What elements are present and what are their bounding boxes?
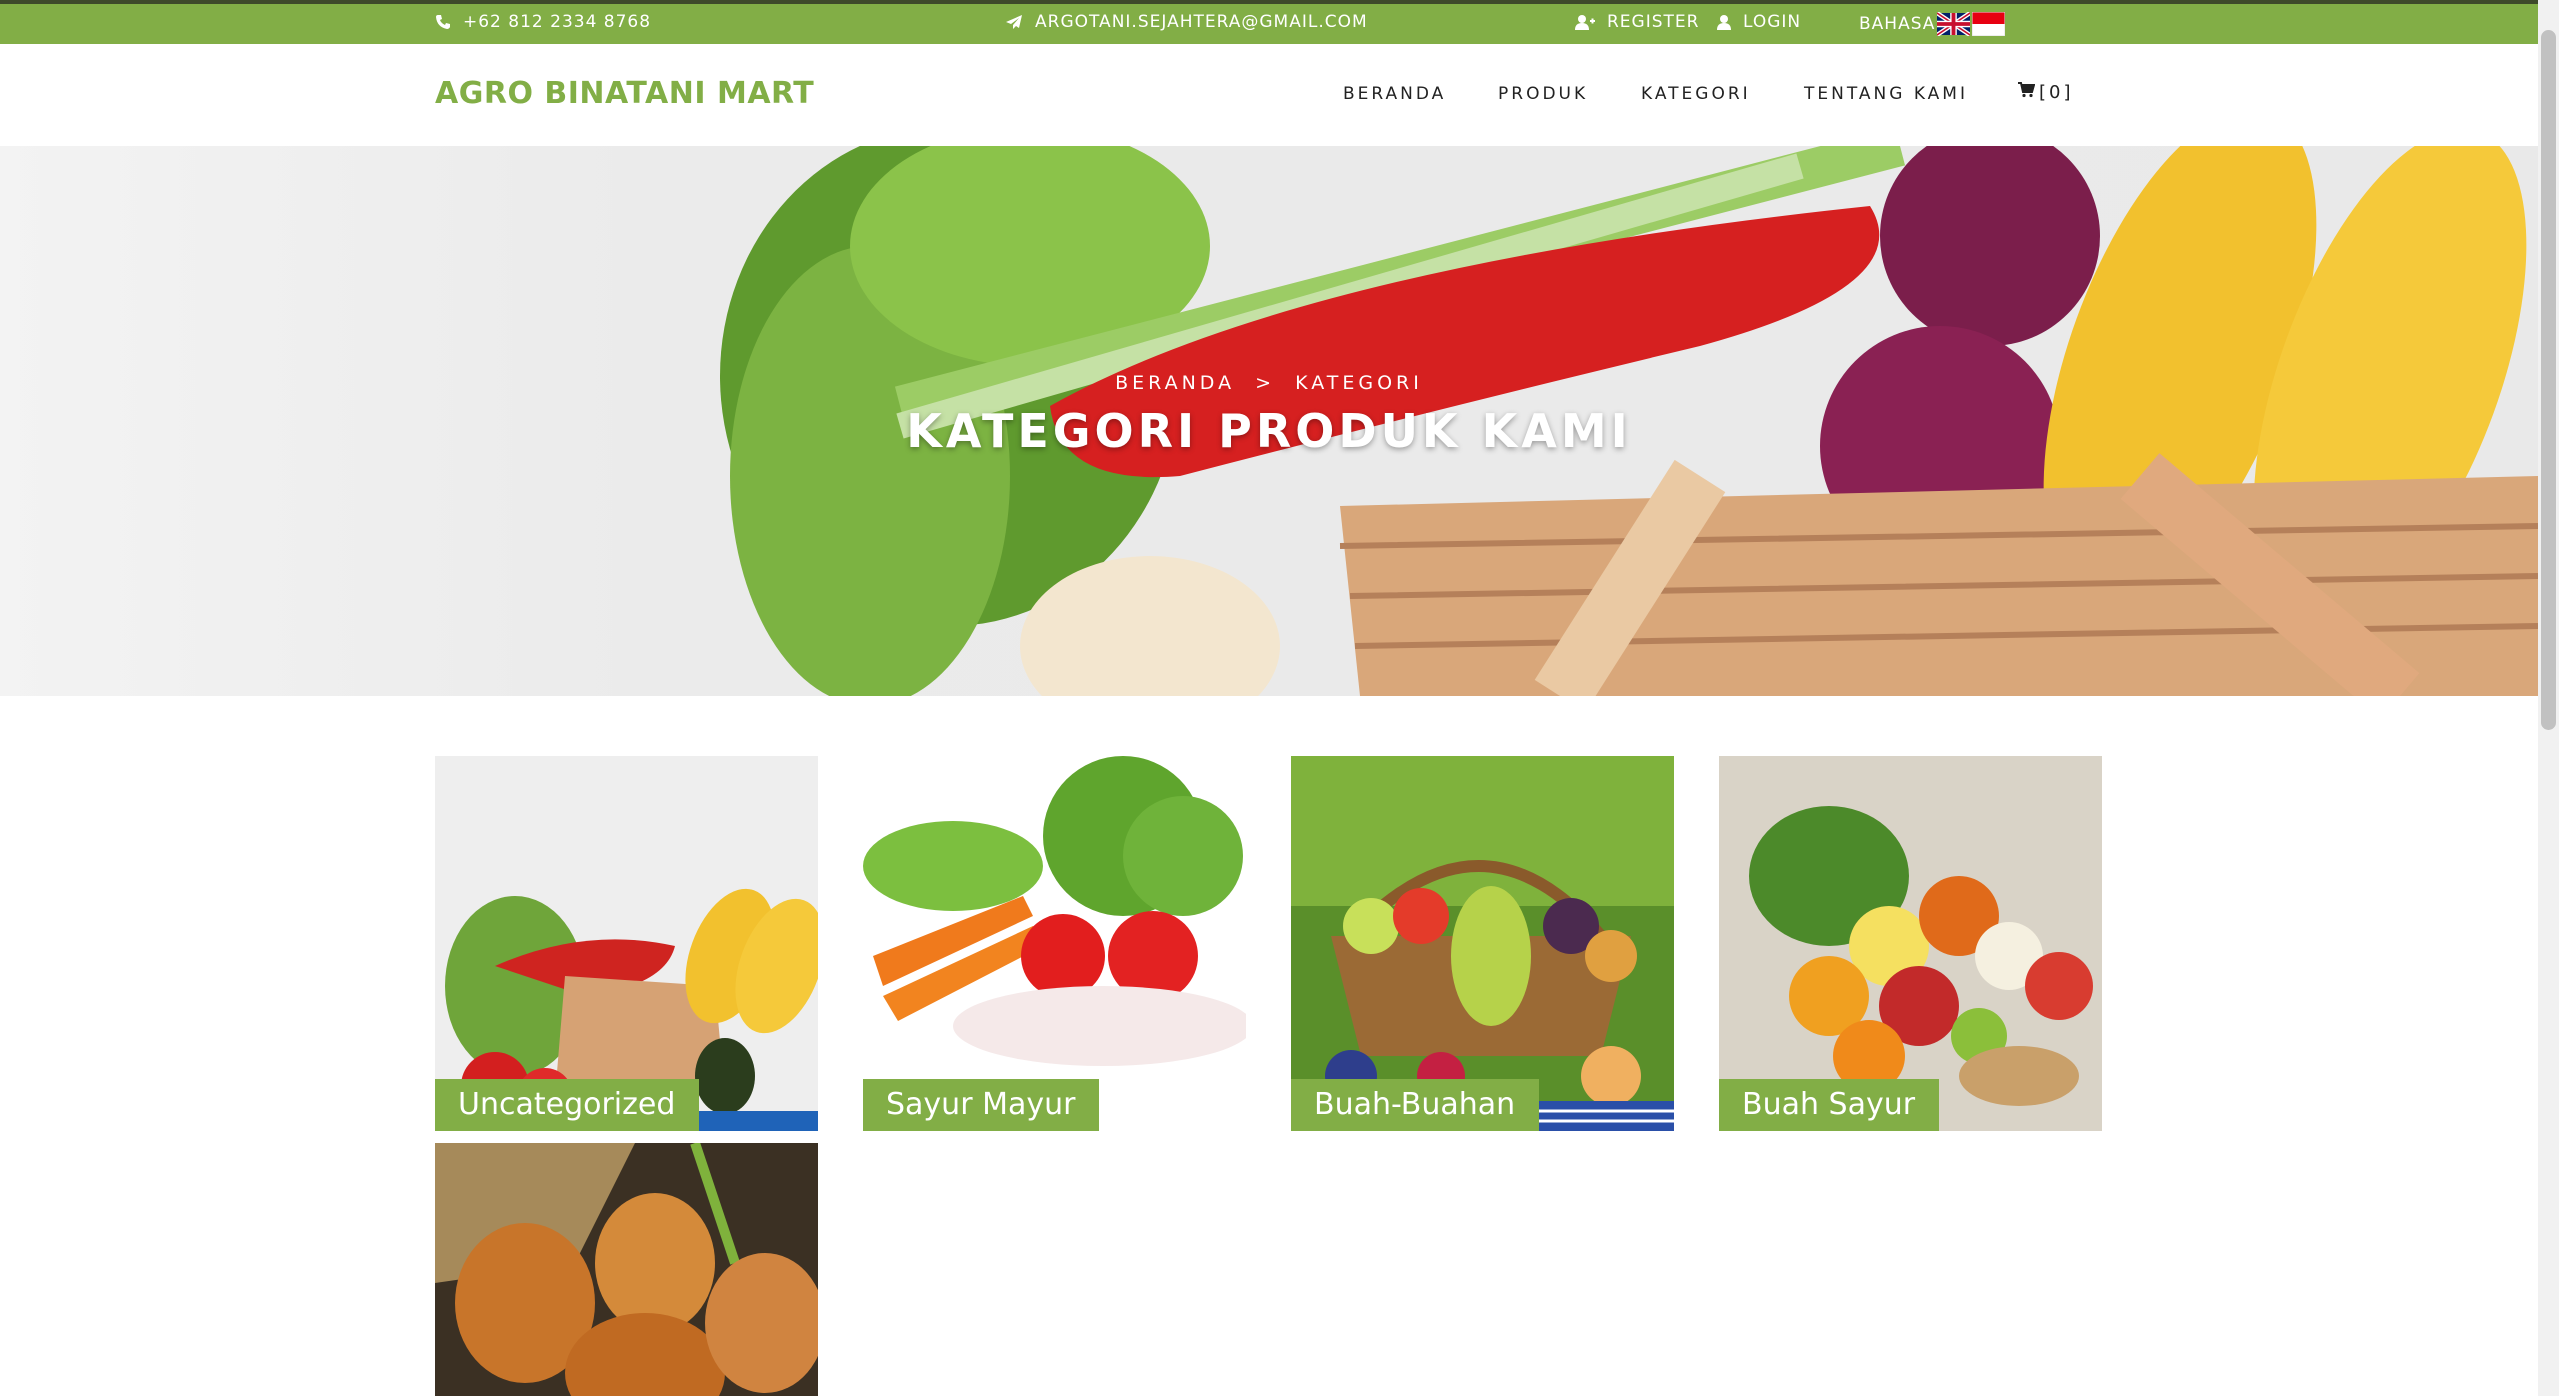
category-label: Sayur Mayur [863, 1079, 1100, 1131]
cart-link[interactable]: [0] [2018, 82, 2074, 103]
category-image [435, 1143, 818, 1396]
nav-produk[interactable]: PRODUK [1498, 84, 1588, 104]
category-card-sayur-mayur[interactable]: Sayur Mayur [863, 756, 1246, 1131]
nav-beranda[interactable]: BERANDA [1343, 84, 1446, 104]
main-navbar: AGRO BINATANI MART BERANDA PRODUK KATEGO… [0, 44, 2538, 146]
register-link[interactable]: REGISTER [1575, 12, 1699, 32]
category-card-buah-sayur[interactable]: Buah Sayur [1719, 756, 2102, 1131]
page-title: KATEGORI PRODUK KAMI [906, 404, 1632, 458]
breadcrumb-separator: > [1255, 372, 1276, 394]
brand-logo[interactable]: AGRO BINATANI MART [435, 76, 814, 111]
phone-icon [435, 14, 451, 30]
category-card-onion[interactable] [435, 1143, 818, 1396]
user-icon [1717, 14, 1731, 30]
scrollbar-thumb[interactable] [2541, 30, 2556, 730]
hero-banner: BERANDA > KATEGORI KATEGORI PRODUK KAMI [0, 146, 2538, 696]
category-label: Buah Sayur [1719, 1079, 1940, 1131]
register-label: REGISTER [1607, 12, 1700, 32]
category-label: Buah-Buahan [1291, 1079, 1540, 1131]
category-image [435, 756, 818, 1131]
category-label: Uncategorized [435, 1079, 700, 1131]
language-switcher: BAHASA [1859, 12, 2006, 36]
cart-count: [0] [2039, 82, 2074, 103]
breadcrumb-current: KATEGORI [1295, 372, 1423, 394]
nav-tentang-kami[interactable]: TENTANG KAMI [1804, 84, 1968, 104]
phone-number: +62 812 2334 8768 [463, 12, 652, 32]
top-info-bar: +62 812 2334 8768 ARGOTANI.SEJAHTERA@GMA… [0, 0, 2538, 44]
indonesia-flag-icon[interactable] [1972, 12, 2006, 36]
user-plus-icon [1575, 14, 1595, 30]
language-label: BAHASA [1859, 14, 1936, 34]
email-address: ARGOTANI.SEJAHTERA@GMAIL.COM [1035, 12, 1368, 32]
nav-kategori[interactable]: KATEGORI [1641, 84, 1751, 104]
category-card-buah-buahan[interactable]: Buah-Buahan [1291, 756, 1674, 1131]
breadcrumb-home[interactable]: BERANDA [1115, 372, 1235, 394]
login-label: LOGIN [1743, 12, 1802, 32]
category-card-uncategorized[interactable]: Uncategorized [435, 756, 818, 1131]
category-image [863, 756, 1246, 1131]
phone-contact[interactable]: +62 812 2334 8768 [435, 12, 651, 32]
cart-icon [2018, 82, 2036, 103]
category-image [1291, 756, 1674, 1131]
email-contact[interactable]: ARGOTANI.SEJAHTERA@GMAIL.COM [1005, 12, 1368, 32]
page-scrollbar[interactable] [2538, 0, 2559, 1396]
paper-plane-icon [1005, 14, 1023, 30]
category-image [1719, 756, 2102, 1131]
breadcrumb: BERANDA > KATEGORI [0, 372, 2538, 394]
login-link[interactable]: LOGIN [1717, 12, 1801, 32]
uk-flag-icon[interactable] [1937, 12, 1971, 36]
